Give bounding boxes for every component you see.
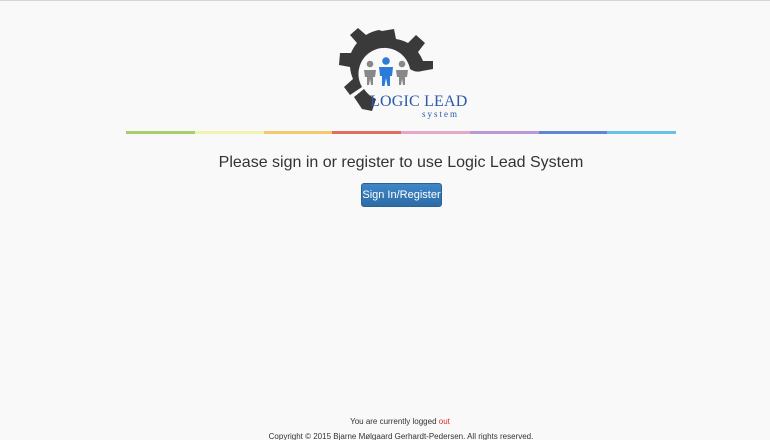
divider-segment [401,131,470,134]
rainbow-divider [126,131,676,134]
login-status-prefix: You are currently logged [350,417,437,426]
sign-in-register-button[interactable]: Sign In/Register [361,183,442,207]
page-title: Please sign in or register to use Logic … [218,154,584,171]
login-status-state: out [438,417,450,426]
divider-segment [469,131,539,134]
divider-segment [194,131,264,134]
divider-segment [263,131,333,134]
divider-segment [607,131,676,134]
login-status: You are currently logged out [0,417,770,426]
logo: LOGIC LEAD system [336,25,467,121]
divider-segment [126,131,195,134]
copyright-notice: Copyright © 2015 Bjarne Mølgaard Gerhard… [268,432,534,440]
logo-subtitle: system [422,109,460,119]
divider-segment [538,131,608,134]
people-group-icon [364,57,408,86]
login-page: LOGIC LEAD system Please sign in or regi… [0,0,770,440]
divider-segment [332,131,401,134]
